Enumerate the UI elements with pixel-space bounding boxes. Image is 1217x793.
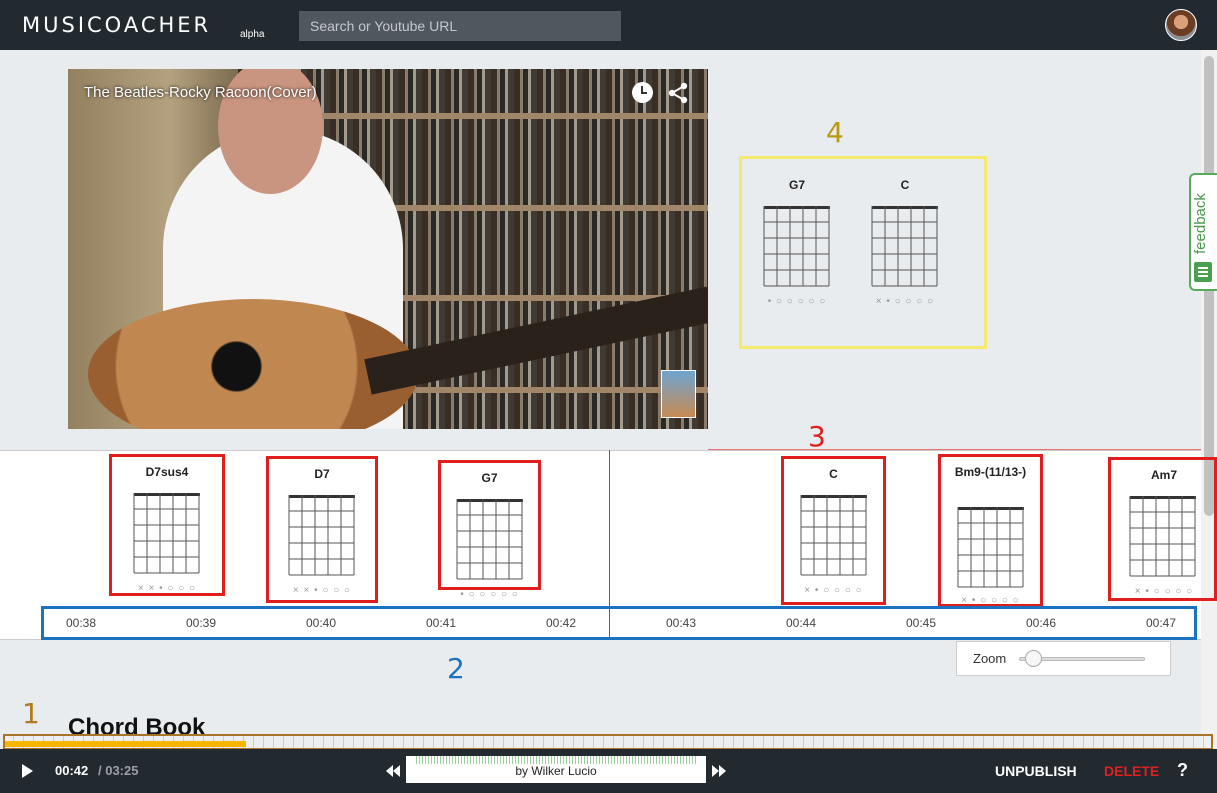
string-markers: × • ○ ○ ○ ○ [875, 296, 935, 307]
channel-thumbnail[interactable] [661, 370, 696, 418]
progress-highlight [3, 734, 1213, 750]
chord-diagram-grid [456, 499, 523, 580]
timeline-tick: 00:39 [185, 616, 217, 630]
zoom-control: Zoom [956, 641, 1171, 676]
chord-name: Bm9-(11/13-) [954, 465, 1027, 479]
waveform[interactable]: by Wilker Lucio [406, 756, 706, 783]
video-player[interactable] [68, 69, 708, 429]
chord-name: Am7 [1150, 468, 1177, 482]
search-input[interactable] [299, 11, 621, 41]
chord-card[interactable]: D7sus4 × × • ○ ○ ○ [112, 465, 222, 605]
chord-card[interactable]: C × • ○ ○ ○ ○ [859, 178, 951, 318]
string-markers: × × • ○ ○ ○ [137, 583, 197, 594]
chord-name: C [900, 178, 910, 192]
share-icon[interactable] [666, 81, 690, 105]
string-markers: × • ○ ○ ○ ○ [804, 585, 863, 596]
current-time: 00:42 [55, 763, 89, 778]
chord-diagram-grid [957, 507, 1024, 588]
timeline-tick: 00:46 [1025, 616, 1057, 630]
delete-button[interactable]: DELETE [1104, 763, 1159, 779]
watch-later-icon[interactable] [632, 82, 653, 103]
rewind-icon[interactable] [386, 764, 400, 778]
chord-card[interactable]: D7 × × • ○ ○ ○ [269, 467, 375, 607]
chord-name: D7sus4 [145, 465, 189, 479]
chord-name: D7 [314, 467, 330, 481]
string-markers: • ○ ○ ○ ○ ○ [767, 296, 827, 307]
avatar[interactable] [1165, 9, 1197, 41]
zoom-label: Zoom [973, 651, 1007, 666]
chord-diagram-grid [763, 206, 830, 287]
chord-card[interactable]: Am7 × • ○ ○ ○ ○ [1111, 468, 1217, 608]
video-title[interactable]: The Beatles-Rocky Racoon(Cover) [84, 84, 317, 101]
timeline-tick: 00:40 [305, 616, 337, 630]
zoom-slider-knob[interactable] [1025, 650, 1043, 667]
feedback-icon[interactable] [1194, 262, 1212, 282]
total-time: / 03:25 [98, 763, 139, 778]
chord-name: G7 [788, 178, 805, 192]
timeline-tick: 00:41 [425, 616, 457, 630]
app-logo[interactable]: MUSICOACHER [22, 13, 211, 37]
chord-diagram-grid [800, 495, 867, 576]
annotation-number-4: 4 [826, 116, 844, 149]
annotation-number-2: 2 [447, 652, 465, 685]
chord-card[interactable]: G7 • ○ ○ ○ ○ ○ [441, 471, 538, 611]
annotation-number-1: 1 [22, 697, 40, 730]
timeline-tick: 00:38 [65, 616, 97, 630]
fast-forward-icon[interactable] [712, 764, 726, 778]
chord-card[interactable]: C × • ○ ○ ○ ○ [784, 467, 883, 607]
help-button[interactable]: ? [1177, 760, 1188, 781]
chord-card[interactable]: G7 • ○ ○ ○ ○ ○ [751, 178, 843, 318]
timeline-tick: 00:47 [1145, 616, 1177, 630]
timeline-tick: 00:42 [545, 616, 577, 630]
unpublish-button[interactable]: UNPUBLISH [995, 763, 1077, 779]
logo-subtitle: alpha [240, 29, 265, 40]
chord-diagram-grid [1129, 496, 1196, 577]
annotation-number-3: 3 [808, 420, 826, 453]
author-label: by Wilker Lucio [515, 764, 597, 778]
chord-card[interactable]: Bm9-(11/13-) × • ○ ○ ○ ○ [941, 465, 1040, 606]
timeline-tick: 00:44 [785, 616, 817, 630]
chord-name: C [829, 467, 838, 481]
string-markers: × × • ○ ○ ○ [292, 585, 352, 596]
feedback-label[interactable]: feedback [1192, 174, 1209, 254]
chord-diagram-grid [871, 206, 938, 287]
timeline-tick: 00:45 [905, 616, 937, 630]
chord-diagram-grid [288, 495, 355, 576]
chord-diagram-grid [133, 493, 200, 574]
chord-name: G7 [481, 471, 498, 485]
play-icon[interactable] [22, 764, 33, 778]
timeline-top-line [708, 449, 1201, 450]
string-markers: × • ○ ○ ○ ○ [1134, 586, 1194, 597]
timeline-tick: 00:43 [665, 616, 697, 630]
string-markers: • ○ ○ ○ ○ ○ [460, 589, 519, 600]
string-markers: × • ○ ○ ○ ○ [961, 595, 1020, 606]
